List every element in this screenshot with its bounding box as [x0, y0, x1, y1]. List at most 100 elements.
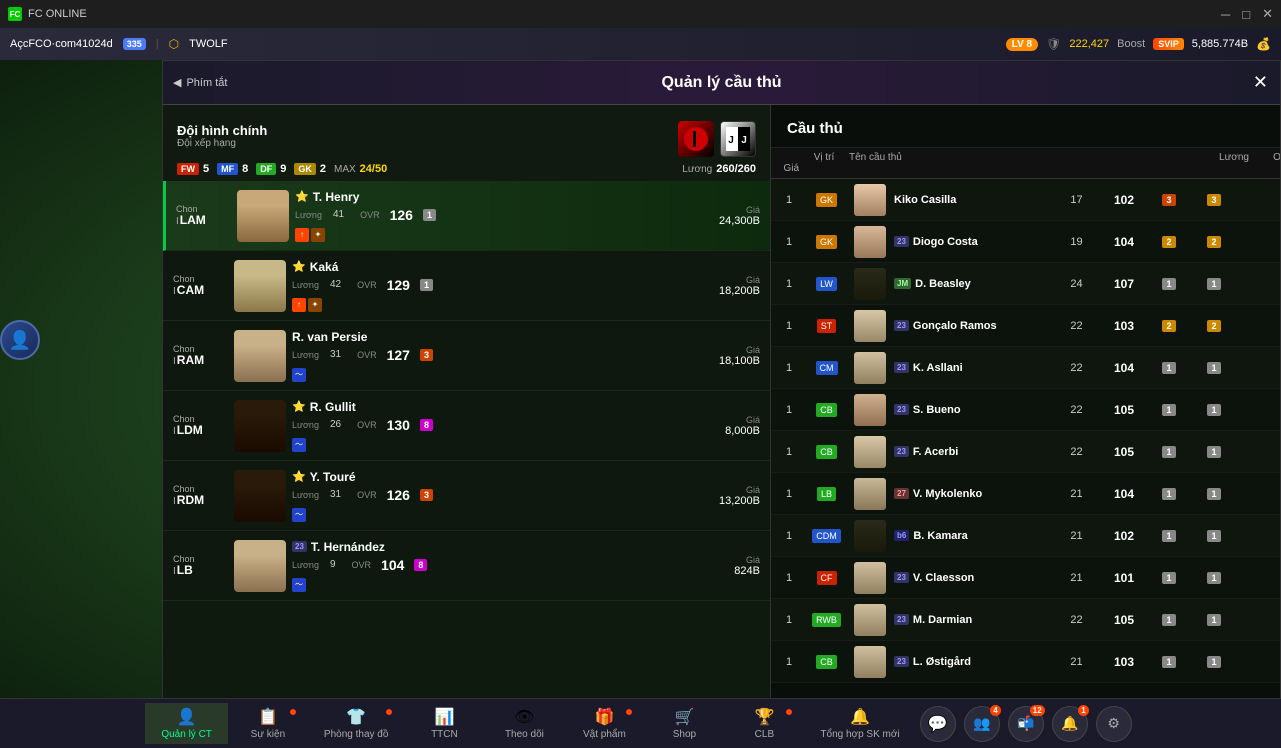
td-num: 1 — [779, 194, 799, 206]
table-row[interactable]: 1 LB 27 V. Mykolenko 21 104 1 1 442M — [771, 473, 1280, 515]
notif-count-1: 4 — [990, 705, 1000, 716]
table-row[interactable]: 1 GK 23 Diogo Costa 19 104 2 2 622M — [771, 221, 1280, 263]
nav-item-tong-hop[interactable]: 🔔 Tổng hợp SK mới — [804, 703, 915, 744]
salary-value: 260/260 — [716, 163, 756, 175]
minimize-button[interactable]: ─ — [1221, 6, 1230, 22]
svg-text:J: J — [728, 135, 734, 146]
list-item[interactable]: Chon I LDM ⭐ R. Gullit — [163, 391, 770, 461]
td-name: b6 B. Kamara — [894, 530, 1054, 542]
nav-item-quan-ly-ct[interactable]: 👤 Quản lý CT — [145, 703, 228, 744]
nav-item-phong-thay-do[interactable]: 👕 Phòng thay đồ — [308, 703, 405, 744]
list-item[interactable]: Chon I CAM ⭐ Kaká — [163, 251, 770, 321]
td-gia: 435M — [1239, 530, 1280, 542]
nav-icon-ttcn: 📊 — [434, 707, 454, 727]
td-khoa: 1 — [1189, 404, 1239, 416]
td-num: 1 — [779, 614, 799, 626]
table-row[interactable]: 1 CDM b6 B. Kamara 21 102 1 1 435M — [771, 515, 1280, 557]
td-the: 1 — [1149, 446, 1189, 458]
td-num: 1 — [779, 488, 799, 500]
notification-button-2[interactable]: 📬 12 — [1008, 706, 1044, 742]
pos-gk-label: GK — [294, 163, 316, 175]
td-pos: CB — [799, 446, 854, 458]
nav-item-ttcn[interactable]: 📊 TTCN — [404, 703, 484, 744]
position-col: Chon I LDM — [173, 414, 228, 437]
list-item[interactable]: Chon I LAM ⭐ T. Henry — [163, 181, 770, 251]
boost-up-icon: ↑ — [292, 298, 306, 312]
team-subtitle: Đội xếp hạng — [177, 138, 267, 149]
nav-icon-clb: 🏆 — [754, 707, 774, 727]
player-avatar — [234, 400, 286, 452]
pos-mf-label: MF — [217, 163, 238, 175]
td-the: 1 — [1149, 278, 1189, 290]
td-salary: 21 — [1054, 572, 1099, 584]
notif-count-2: 12 — [1030, 705, 1045, 716]
table-row[interactable]: 1 CB 23 L. Østigård 21 103 1 1 415M — [771, 641, 1280, 683]
boost-icons: 〜 — [292, 368, 694, 382]
side-panel-button[interactable]: 👤 — [0, 320, 40, 360]
table-row[interactable]: 1 RWB 23 M. Darmian 22 105 1 1 420M — [771, 599, 1280, 641]
th-avatar — [1009, 152, 1209, 163]
table-row[interactable]: 1 CB 23 F. Acerbi 22 105 1 1 452M — [771, 431, 1280, 473]
the-badge: 3 — [420, 349, 433, 361]
list-item[interactable]: Chon I RAM R. van Persie — [163, 321, 770, 391]
player-name: R. van Persie — [292, 330, 367, 344]
nav-item-vat-pham[interactable]: 🎁 Vật phẩm — [564, 703, 644, 744]
td-ovr: 102 — [1099, 193, 1149, 207]
ovr-value: 129 — [387, 277, 410, 293]
td-name: 23 S. Bueno — [894, 404, 1054, 416]
currency-value: 5,885.774B — [1192, 38, 1248, 50]
pos-fw-count: 5 — [203, 163, 209, 175]
chat-button[interactable]: 💬 — [920, 706, 956, 742]
back-button[interactable]: ◀ Phím tắt — [173, 76, 227, 89]
td-khoa: 1 — [1189, 446, 1239, 458]
pos-df-label: DF — [256, 163, 276, 175]
th-gia: Giá — [779, 163, 799, 174]
td-khoa: 1 — [1189, 530, 1239, 542]
td-the: 2 — [1149, 320, 1189, 332]
td-the: 2 — [1149, 236, 1189, 248]
td-pos: GK — [799, 194, 854, 206]
nav-item-theo-doi[interactable]: 👁 Theo dõi — [484, 703, 564, 744]
section-title: Cầu thủ — [787, 120, 843, 137]
title-bar: FC FC ONLINE ─ □ ✕ — [0, 0, 1281, 28]
td-gia: 425M — [1239, 572, 1280, 584]
td-avatar — [854, 310, 894, 342]
player-avatar — [234, 330, 286, 382]
star-icon: ⭐ — [292, 470, 306, 483]
table-row[interactable]: 1 GK Kiko Casilla 17 102 3 3 747M — [771, 179, 1280, 221]
account-badge: 335 — [123, 38, 146, 50]
position-col: Chon I RAM — [173, 344, 228, 367]
list-item[interactable]: Chon I LB 23 T. Hernández — [163, 531, 770, 601]
table-row[interactable]: 1 ST 23 Gonçalo Ramos 22 103 2 2 567M — [771, 305, 1280, 347]
td-ovr: 102 — [1099, 529, 1149, 543]
side-panel: 👤 — [0, 320, 40, 360]
modal-close-button[interactable]: ✕ — [1253, 72, 1268, 93]
list-item[interactable]: Chon I RDM ⭐ Y. Touré — [163, 461, 770, 531]
table-row[interactable]: 1 CB 23 S. Bueno 22 105 1 1 453M — [771, 389, 1280, 431]
td-avatar — [854, 226, 894, 258]
td-pos: CDM — [799, 530, 854, 542]
nav-item-shop[interactable]: 🛒 Shop — [644, 703, 724, 744]
settings-button[interactable]: ⚙ — [1096, 706, 1132, 742]
th-name: Tên cầu thủ — [849, 152, 1009, 163]
td-num: 1 — [779, 320, 799, 332]
maximize-button[interactable]: □ — [1242, 6, 1250, 22]
td-name: 23 V. Claesson — [894, 572, 1054, 584]
nav-icon-vat-pham: 🎁 — [594, 707, 614, 727]
nav-item-su-kien[interactable]: 📋 Sự kiện — [228, 703, 308, 744]
right-panel: Cầu thủ Cầu thủ của tôi 18/200 Vị trí Tê… — [771, 105, 1280, 727]
table-row[interactable]: 1 CF 23 V. Claesson 21 101 1 1 425M — [771, 557, 1280, 599]
td-khoa: 3 — [1189, 194, 1239, 206]
notification-button-3[interactable]: 🔔 1 — [1052, 706, 1088, 742]
td-salary: 22 — [1054, 446, 1099, 458]
player-avatar — [234, 540, 286, 592]
td-ovr: 104 — [1099, 487, 1149, 501]
table-row[interactable]: 1 LW JM D. Beasley 24 107 1 1 599M — [771, 263, 1280, 305]
nav-item-clb[interactable]: 🏆 CLB — [724, 703, 804, 744]
td-salary: 21 — [1054, 530, 1099, 542]
close-window-button[interactable]: ✕ — [1262, 6, 1273, 22]
notification-button-1[interactable]: 👥 4 — [964, 706, 1000, 742]
number-badge: 23 — [292, 541, 307, 552]
td-the: 1 — [1149, 404, 1189, 416]
table-row[interactable]: 1 CM 23 K. Asllani 22 104 1 1 455M — [771, 347, 1280, 389]
